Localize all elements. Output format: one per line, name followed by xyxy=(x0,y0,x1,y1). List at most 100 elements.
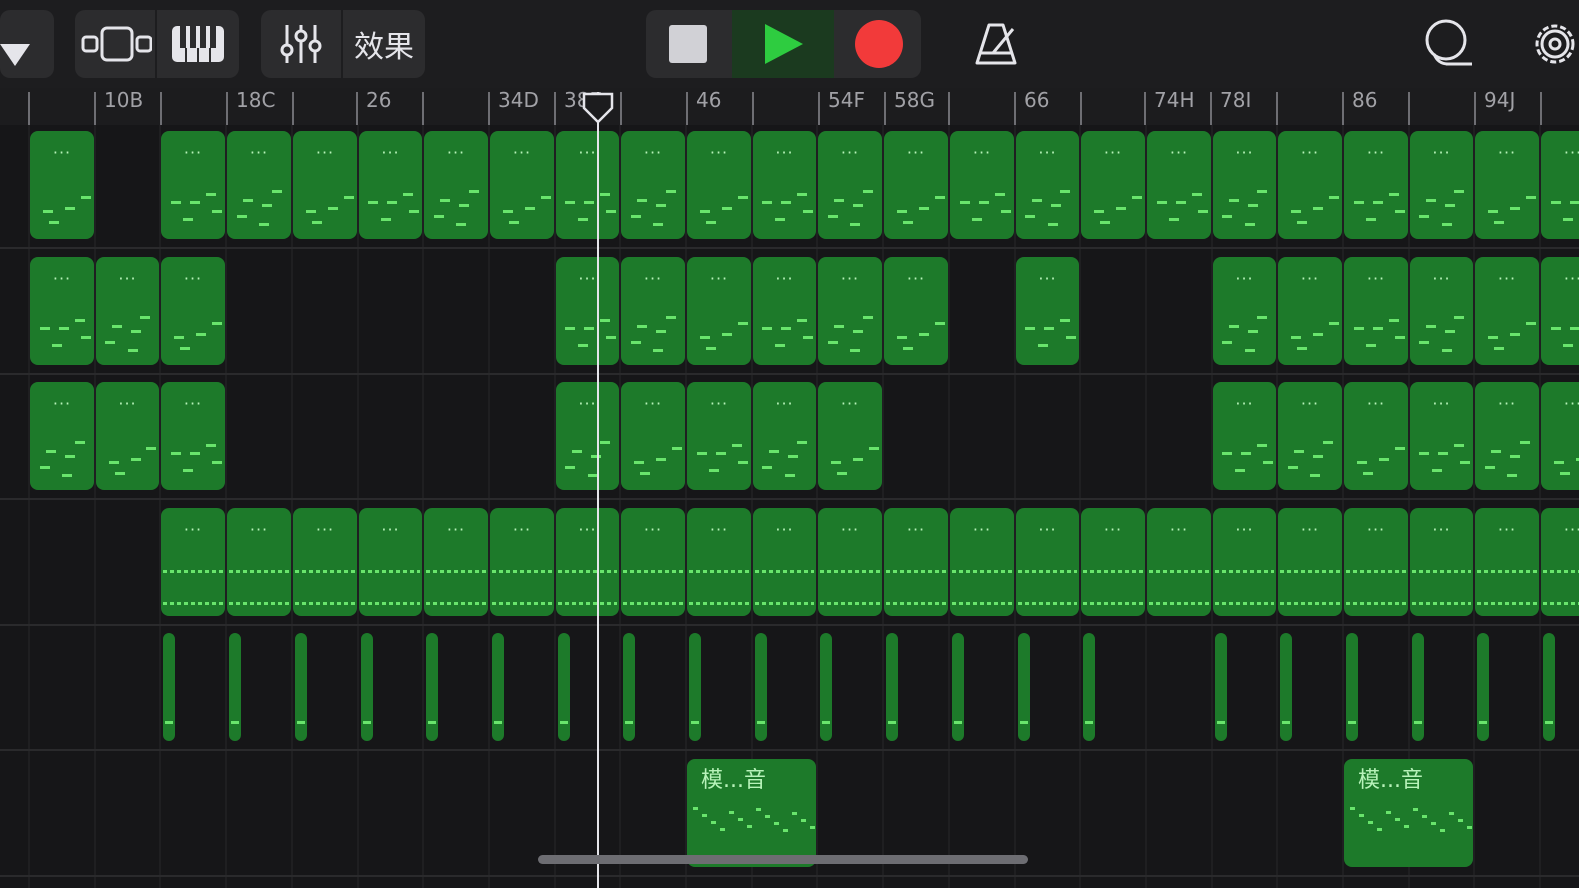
region[interactable]: ··· xyxy=(490,131,554,239)
metronome-button[interactable] xyxy=(966,10,1026,78)
region[interactable]: ··· xyxy=(293,508,357,616)
region[interactable]: ··· xyxy=(1213,131,1276,239)
region[interactable]: ··· xyxy=(884,508,948,616)
region[interactable]: ··· xyxy=(621,257,685,365)
track-4-lane[interactable]: ··· ··· ··· ··· ··· ··· ··· ··· ··· ··· ··· ··· ··· ·… xyxy=(0,502,1579,626)
region[interactable]: ··· xyxy=(1344,382,1408,490)
region[interactable]: ··· xyxy=(556,382,619,490)
region[interactable]: ··· xyxy=(96,257,159,365)
region[interactable]: ··· xyxy=(1344,257,1408,365)
region[interactable]: ··· xyxy=(1541,382,1579,490)
region[interactable]: ··· xyxy=(161,382,225,490)
region[interactable]: ··· xyxy=(359,508,422,616)
region[interactable]: ··· xyxy=(1081,131,1145,239)
named-region[interactable]: 模...音 xyxy=(687,759,816,867)
region[interactable]: ··· xyxy=(884,131,948,239)
browser-menu-button[interactable] xyxy=(0,10,54,78)
region[interactable]: ··· xyxy=(227,508,291,616)
track-3-lane[interactable]: ··· ··· ··· ··· ··· ··· ··· ··· ··· ··· ··· ··· ··· ·… xyxy=(0,376,1579,500)
named-region[interactable]: 模...音 xyxy=(1344,759,1473,867)
playhead-handle[interactable] xyxy=(582,92,614,124)
region[interactable] xyxy=(1477,633,1489,741)
instrument-keyboard-button[interactable] xyxy=(157,10,239,78)
region[interactable]: ··· xyxy=(1147,131,1211,239)
region[interactable]: ··· xyxy=(818,131,882,239)
region[interactable]: ··· xyxy=(1410,382,1473,490)
stop-button[interactable] xyxy=(646,10,730,78)
region[interactable]: ··· xyxy=(1278,131,1342,239)
region[interactable]: ··· xyxy=(1475,508,1539,616)
region[interactable] xyxy=(623,633,635,741)
region[interactable]: ··· xyxy=(359,131,422,239)
track-5-lane[interactable] xyxy=(0,627,1579,751)
region[interactable] xyxy=(295,633,307,741)
region[interactable]: ··· xyxy=(424,131,488,239)
region[interactable]: ··· xyxy=(1410,131,1473,239)
region[interactable]: ··· xyxy=(687,508,751,616)
region[interactable]: ··· xyxy=(753,508,816,616)
mixer-button[interactable] xyxy=(261,10,341,78)
region[interactable]: ··· xyxy=(950,508,1014,616)
region[interactable]: ··· xyxy=(30,257,94,365)
region[interactable]: ··· xyxy=(753,382,816,490)
region[interactable] xyxy=(1083,633,1095,741)
region[interactable]: ··· xyxy=(818,382,882,490)
region[interactable] xyxy=(755,633,767,741)
region[interactable]: ··· xyxy=(950,131,1014,239)
region[interactable]: ··· xyxy=(1410,508,1473,616)
region[interactable]: ··· xyxy=(30,382,94,490)
region[interactable]: ··· xyxy=(227,131,291,239)
region[interactable]: ··· xyxy=(490,508,554,616)
timeline-ruler[interactable]: 10B 18C 26 34D 38E 46 54F 58G 66 74H 78I… xyxy=(0,88,1579,125)
region[interactable]: ··· xyxy=(884,257,948,365)
region[interactable]: ··· xyxy=(621,131,685,239)
region[interactable] xyxy=(689,633,701,741)
region[interactable]: ··· xyxy=(1344,508,1408,616)
region[interactable]: ··· xyxy=(1541,257,1579,365)
region[interactable]: ··· xyxy=(753,257,816,365)
region[interactable]: ··· xyxy=(161,508,225,616)
region[interactable] xyxy=(1412,633,1424,741)
region[interactable]: ··· xyxy=(293,131,357,239)
region[interactable]: ··· xyxy=(1213,382,1276,490)
region[interactable]: ··· xyxy=(1147,508,1211,616)
region[interactable]: ··· xyxy=(1278,508,1342,616)
region[interactable]: ··· xyxy=(1213,257,1276,365)
region[interactable] xyxy=(163,633,175,741)
region[interactable]: ··· xyxy=(1475,257,1539,365)
region[interactable]: ··· xyxy=(1541,131,1579,239)
region[interactable] xyxy=(952,633,964,741)
tracks-view-button[interactable] xyxy=(75,10,155,78)
track-2-lane[interactable]: ··· ··· ··· ··· ··· ··· ··· ··· ··· ··· ··· ··· ··· ·… xyxy=(0,251,1579,375)
region[interactable] xyxy=(1346,633,1358,741)
region[interactable]: ··· xyxy=(687,131,751,239)
region[interactable]: ··· xyxy=(1344,131,1408,239)
region[interactable] xyxy=(229,633,241,741)
record-button[interactable] xyxy=(836,10,921,78)
region[interactable]: ··· xyxy=(1475,382,1539,490)
region[interactable] xyxy=(558,633,570,741)
region[interactable]: ··· xyxy=(1081,508,1145,616)
effects-button[interactable]: 效果 xyxy=(343,10,425,78)
region[interactable] xyxy=(1018,633,1030,741)
region[interactable]: ··· xyxy=(1410,257,1473,365)
region[interactable] xyxy=(492,633,504,741)
region[interactable]: ··· xyxy=(1541,508,1579,616)
region[interactable]: ··· xyxy=(1475,131,1539,239)
loop-browser-button[interactable] xyxy=(1418,10,1478,78)
region[interactable]: ··· xyxy=(818,257,882,365)
settings-button[interactable] xyxy=(1526,10,1579,78)
region[interactable]: ··· xyxy=(1016,257,1079,365)
play-button[interactable] xyxy=(732,10,834,78)
region[interactable]: ··· xyxy=(96,382,159,490)
region[interactable]: ··· xyxy=(161,131,225,239)
region[interactable]: ··· xyxy=(753,131,816,239)
region[interactable]: ··· xyxy=(161,257,225,365)
horizontal-scrollbar[interactable] xyxy=(538,855,1028,864)
region[interactable]: ··· xyxy=(556,508,619,616)
region[interactable]: ··· xyxy=(1278,257,1342,365)
region[interactable]: ··· xyxy=(818,508,882,616)
region[interactable]: ··· xyxy=(621,508,685,616)
region[interactable]: ··· xyxy=(556,257,619,365)
region[interactable] xyxy=(886,633,898,741)
